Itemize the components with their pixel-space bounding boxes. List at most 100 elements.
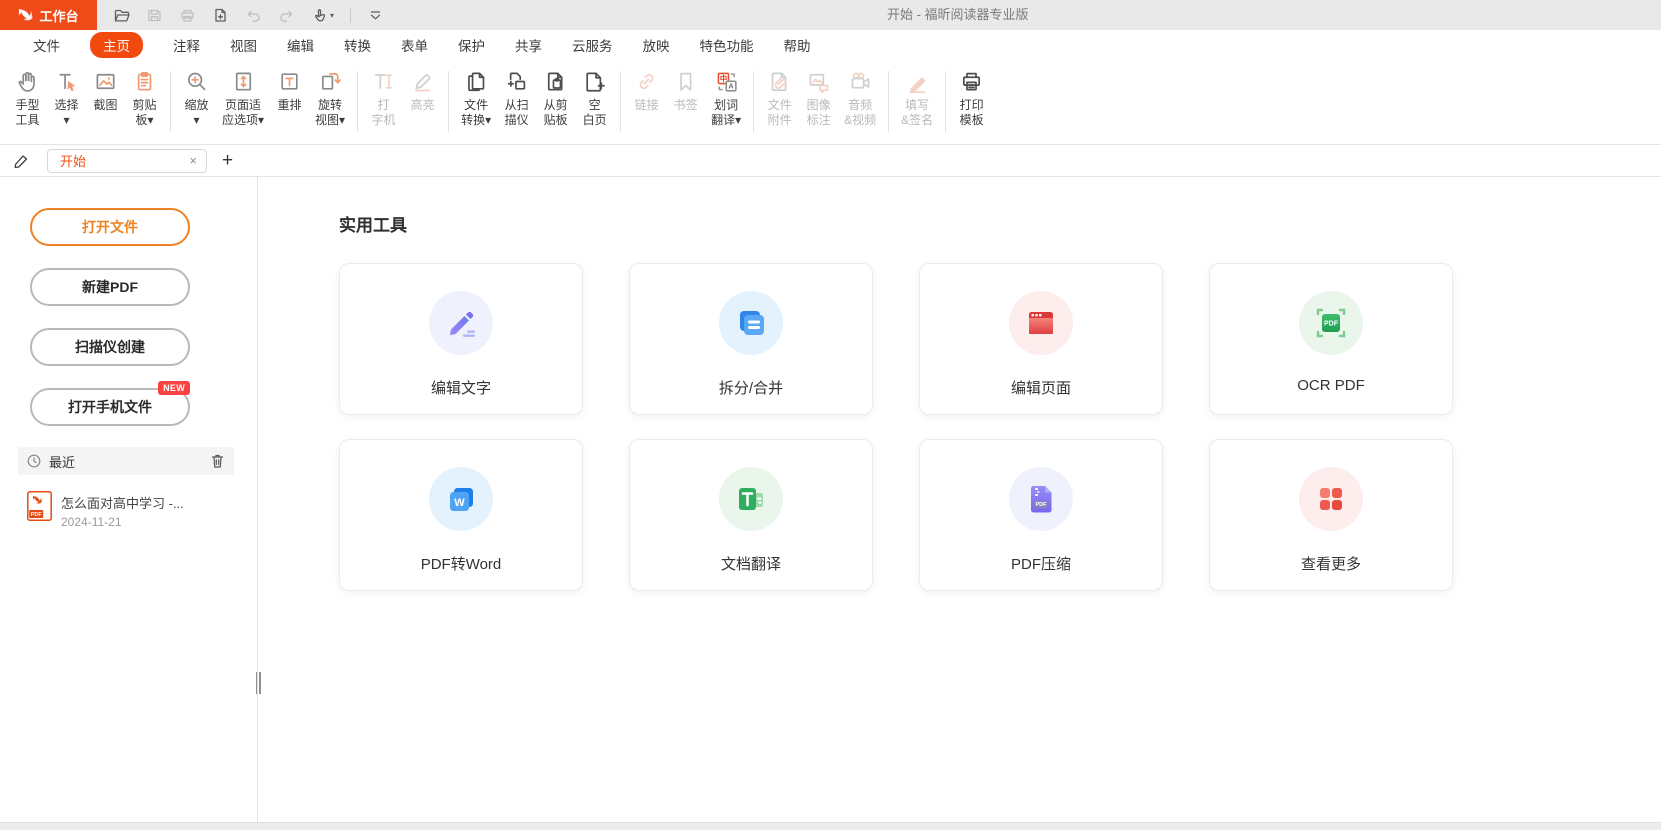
recent-file-item[interactable]: PDF 怎么面对高中学习 -... 2024-11-21 <box>27 491 184 529</box>
file-attachment-tool-button[interactable]: 文件 附件 <box>761 67 798 129</box>
open-mobile-file-button[interactable]: 打开手机文件 NEW <box>30 388 190 426</box>
workspace-label: 工作台 <box>39 6 78 25</box>
blank-page-tool-button[interactable]: 空 白页 <box>576 67 613 129</box>
card-edit-pages[interactable]: 编辑页面 <box>919 263 1163 415</box>
open-file-button[interactable]: 打开文件 <box>30 208 190 246</box>
menu-item-home[interactable]: 主页 <box>90 32 143 58</box>
fit-page-tool-button[interactable]: 页面适 应选项▾ <box>217 67 269 129</box>
image-annotation-tool-button[interactable]: 图像 标注 <box>800 67 837 129</box>
new-tab-button[interactable]: + <box>222 151 233 170</box>
card-label: PDF压缩 <box>1011 553 1071 574</box>
bookmark-icon <box>672 68 699 95</box>
tool-label: 链接 <box>635 98 659 113</box>
new-pdf-button[interactable]: 新建PDF <box>30 268 190 306</box>
typewriter-tool-button[interactable]: 打 字机 <box>365 67 402 129</box>
open-folder-icon[interactable] <box>113 7 130 24</box>
fit-page-icon <box>230 68 257 95</box>
open-file-label: 打开文件 <box>82 217 138 237</box>
workspace-button[interactable]: 工作台 <box>0 0 97 30</box>
pdf-compress-icon: PDF <box>1009 467 1073 531</box>
link-tool-button[interactable]: 链接 <box>628 67 665 114</box>
zoom-tool-button[interactable]: 缩放 ▾ <box>178 67 215 129</box>
tool-label: 截图 <box>93 98 117 113</box>
from-clipboard-tool-button[interactable]: 从剪 贴板 <box>537 67 574 129</box>
touch-select-icon[interactable]: ▾ <box>311 7 334 24</box>
menu-item-comment[interactable]: 注释 <box>173 35 200 55</box>
ribbon-divider <box>357 71 358 132</box>
tab-start[interactable]: 开始 × <box>47 149 207 173</box>
annotation-pen-icon[interactable] <box>12 152 30 170</box>
card-view-more[interactable]: 查看更多 <box>1209 439 1453 591</box>
tab-close-icon[interactable]: × <box>189 154 197 167</box>
ribbon-group-print: 打印 模板 <box>948 67 995 142</box>
menu-item-edit[interactable]: 编辑 <box>287 35 314 55</box>
save-icon[interactable] <box>146 7 163 24</box>
rotate-view-tool-button[interactable]: 旋转 视图▾ <box>310 67 350 129</box>
highlighter-icon <box>409 68 436 95</box>
card-ocr-pdf[interactable]: PDF OCR PDF <box>1209 263 1453 415</box>
card-label: 拆分/合并 <box>719 377 783 398</box>
select-tool-button[interactable]: 选择 ▾ <box>48 67 85 129</box>
typewriter-icon <box>370 68 397 95</box>
toolbar-divider <box>350 8 351 23</box>
pdf-to-word-icon: W <box>429 467 493 531</box>
menu-item-share[interactable]: 共享 <box>515 35 542 55</box>
ribbon-group-insert: 链接 书签 中A 划词 翻译▾ <box>623 67 751 142</box>
tool-label: 填写 &签名 <box>901 98 933 128</box>
audio-video-tool-button[interactable]: 音频 &视频 <box>839 67 881 129</box>
menu-item-features[interactable]: 特色功能 <box>700 35 754 55</box>
tab-label: 开始 <box>60 151 189 170</box>
sidebar-splitter-handle[interactable] <box>254 672 262 694</box>
from-scanner-tool-button[interactable]: 从扫 描仪 <box>498 67 535 129</box>
card-pdf-compress[interactable]: PDF PDF压缩 <box>919 439 1163 591</box>
tool-label: 划词 翻译▾ <box>711 98 741 128</box>
menu-item-form[interactable]: 表单 <box>401 35 428 55</box>
highlight-tool-button[interactable]: 高亮 <box>404 67 441 114</box>
menu-item-cloud[interactable]: 云服务 <box>572 35 613 55</box>
ribbon-divider <box>448 71 449 132</box>
redo-icon[interactable] <box>278 7 295 24</box>
card-edit-text[interactable]: 编辑文字 <box>339 263 583 415</box>
hand-icon <box>14 68 41 95</box>
clipboard-tool-button[interactable]: 剪贴 板▾ <box>126 67 163 129</box>
customize-toolbar-icon[interactable] <box>367 7 384 24</box>
convert-file-tool-button[interactable]: 文件 转换▾ <box>456 67 496 129</box>
tool-label: 打印 模板 <box>960 98 984 128</box>
translate-tool-button[interactable]: 中A 划词 翻译▾ <box>706 67 746 129</box>
card-pdf-to-word[interactable]: W PDF转Word <box>339 439 583 591</box>
menu-item-convert[interactable]: 转换 <box>344 35 371 55</box>
rotate-view-icon <box>317 68 344 95</box>
reflow-tool-button[interactable]: 重排 <box>271 67 308 114</box>
convert-file-icon <box>463 68 490 95</box>
card-doc-translate[interactable]: 文档翻译 <box>629 439 873 591</box>
undo-icon[interactable] <box>245 7 262 24</box>
reflow-icon <box>276 68 303 95</box>
link-icon <box>633 68 660 95</box>
new-document-icon[interactable] <box>212 7 229 24</box>
fill-sign-tool-button[interactable]: 填写 &签名 <box>896 67 938 129</box>
tool-label: 文件 转换▾ <box>461 98 491 128</box>
tool-label: 旋转 视图▾ <box>315 98 345 128</box>
clear-recent-trash-icon[interactable] <box>210 453 225 469</box>
menu-item-protect[interactable]: 保护 <box>458 35 485 55</box>
hand-tool-button[interactable]: 手型 工具 <box>9 67 46 129</box>
print-template-tool-button[interactable]: 打印 模板 <box>953 67 990 129</box>
bookmark-tool-button[interactable]: 书签 <box>667 67 704 114</box>
ribbon-group-media: 文件 附件 图像 标注 音频 &视频 <box>756 67 886 142</box>
card-split-merge[interactable]: 拆分/合并 <box>629 263 873 415</box>
snapshot-tool-button[interactable]: 截图 <box>87 67 124 114</box>
menu-item-help[interactable]: 帮助 <box>784 35 811 55</box>
print-icon[interactable] <box>179 7 196 24</box>
menu-item-present[interactable]: 放映 <box>643 35 670 55</box>
main-panel: 实用工具 编辑文字 拆分/合并 <box>258 177 1661 822</box>
tool-label: 文件 附件 <box>768 98 792 128</box>
foxit-logo-icon <box>18 8 33 23</box>
sidebar: 打开文件 新建PDF 扫描仪创建 打开手机文件 NEW 最近 <box>0 177 258 822</box>
menu-item-view[interactable]: 视图 <box>230 35 257 55</box>
edit-pages-icon <box>1009 291 1073 355</box>
menu-item-file[interactable]: 文件 <box>33 35 60 55</box>
tool-label: 剪贴 板▾ <box>132 98 156 128</box>
ribbon-group-comment: 打 字机 高亮 <box>360 67 446 142</box>
scanner-create-button[interactable]: 扫描仪创建 <box>30 328 190 366</box>
view-more-icon <box>1299 467 1363 531</box>
